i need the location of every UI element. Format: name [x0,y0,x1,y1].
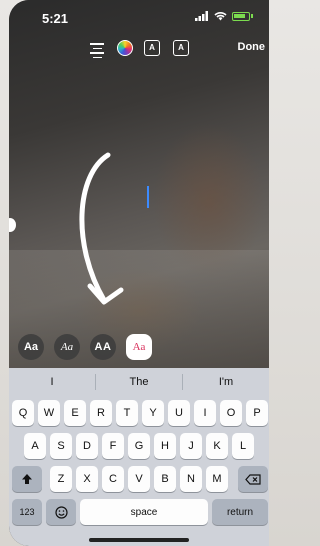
font-selected-option[interactable]: Aa [126,334,152,360]
key-w[interactable]: W [38,400,60,426]
status-icons [195,11,253,21]
emoji-icon [54,505,68,519]
key-k[interactable]: K [206,433,228,459]
font-strong-option[interactable]: AA [90,334,116,360]
color-picker-icon[interactable] [117,40,133,56]
key-a[interactable]: A [24,433,46,459]
key-e[interactable]: E [64,400,86,426]
prediction-item[interactable]: The [96,376,182,388]
font-serif-option[interactable]: Aa [54,334,80,360]
align-center-icon[interactable] [88,40,106,59]
signal-icon [195,11,208,21]
key-v[interactable]: V [128,466,150,492]
status-time: 5:21 [42,11,69,26]
shift-arrow-icon [22,474,32,484]
battery-icon [232,11,250,21]
text-cursor [147,186,149,208]
key-z[interactable]: Z [50,466,72,492]
key-u[interactable]: U [168,400,190,426]
predictive-text-bar: I The I'm [9,368,269,396]
key-c[interactable]: C [102,466,124,492]
curved-arrow-icon [79,152,124,305]
key-r[interactable]: R [90,400,112,426]
prediction-item[interactable]: I [9,376,95,388]
battery-tip [251,14,253,18]
keyboard: I The I'm Q W E R T Y U I O P A S D F G … [9,368,269,546]
key-q[interactable]: Q [12,400,34,426]
numbers-key[interactable]: 123 [12,499,42,525]
key-b[interactable]: B [154,466,176,492]
key-s[interactable]: S [50,433,72,459]
key-d[interactable]: D [76,433,98,459]
key-f[interactable]: F [102,433,124,459]
shift-key[interactable] [12,466,42,492]
key-g[interactable]: G [128,433,150,459]
key-o[interactable]: O [220,400,242,426]
wifi-icon [214,12,227,21]
home-indicator [89,538,189,542]
key-p[interactable]: P [246,400,268,426]
done-button[interactable]: Done [238,41,266,53]
backspace-icon [245,473,261,485]
emoji-key[interactable] [46,499,76,525]
backspace-key[interactable] [238,466,268,492]
key-y[interactable]: Y [142,400,164,426]
phone-screen: 5:21 A A Done Aa Aa AA Aa I The I'm Q W … [9,0,269,546]
text-toolbar: A A Done [9,38,269,62]
font-style-selector: Aa Aa AA Aa [9,334,269,362]
key-j[interactable]: J [180,433,202,459]
key-i[interactable]: I [194,400,216,426]
text-animation-icon[interactable]: A [144,40,160,56]
key-h[interactable]: H [154,433,176,459]
text-effect-icon[interactable]: A [173,40,189,56]
font-classic-option[interactable]: Aa [18,334,44,360]
key-m[interactable]: M [206,466,228,492]
prediction-item[interactable]: I'm [183,376,269,388]
status-bar: 5:21 [9,0,269,36]
key-l[interactable]: L [232,433,254,459]
key-x[interactable]: X [76,466,98,492]
space-key[interactable]: space [80,499,208,525]
return-key[interactable]: return [212,499,268,525]
key-t[interactable]: T [116,400,138,426]
key-n[interactable]: N [180,466,202,492]
